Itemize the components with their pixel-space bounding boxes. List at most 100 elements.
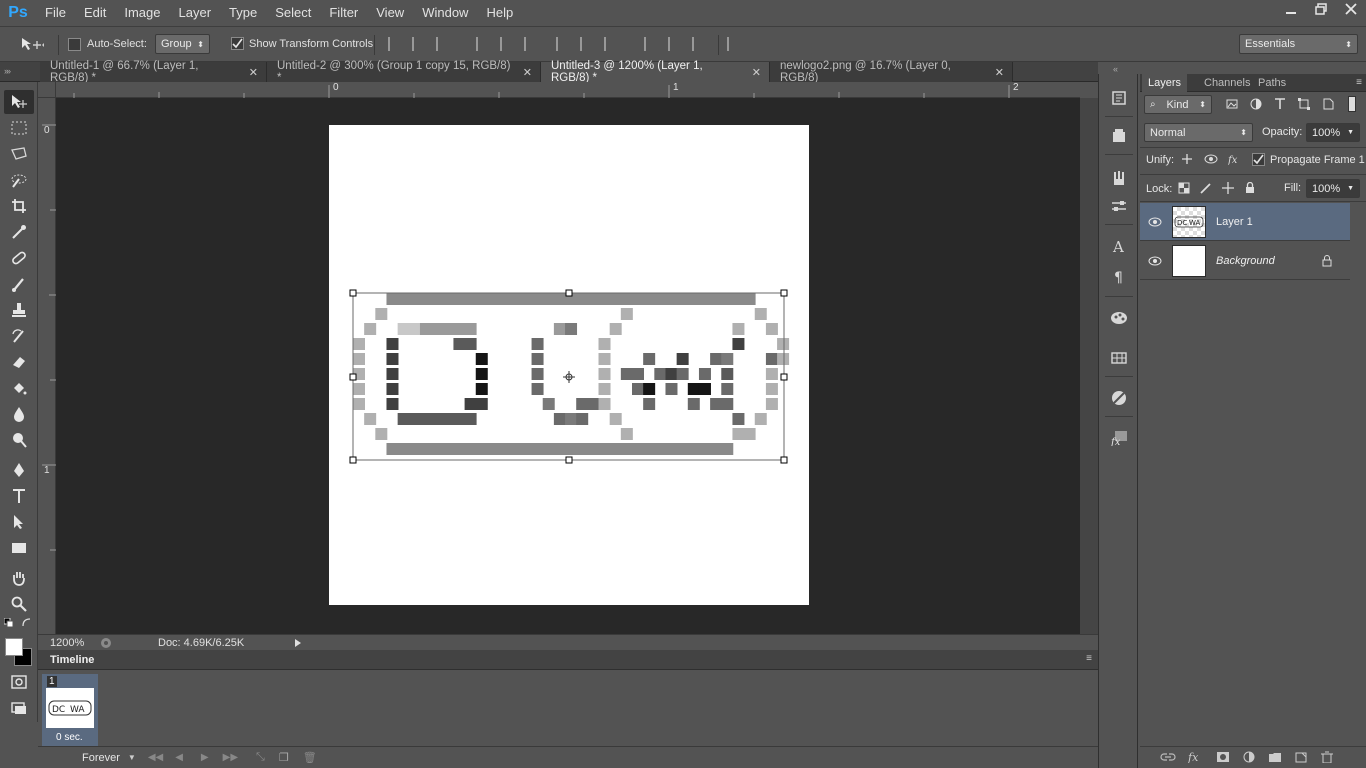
- align-top-icon[interactable]: [388, 37, 402, 51]
- menu-filter[interactable]: Filter: [320, 0, 367, 26]
- menu-type[interactable]: Type: [220, 0, 266, 26]
- transform-handle[interactable]: [349, 373, 357, 381]
- filter-kind-dropdown[interactable]: ⌕ Kind ⬍: [1144, 95, 1212, 114]
- align-hcenter-icon[interactable]: [500, 37, 514, 51]
- quick-mask-button[interactable]: [4, 670, 34, 694]
- lock-transparent-icon[interactable]: [1178, 182, 1190, 194]
- trash-icon[interactable]: [1320, 751, 1334, 763]
- default-colors-icon[interactable]: [4, 618, 14, 628]
- adjustments-panel-icon[interactable]: [1109, 196, 1129, 216]
- panel-menu-icon[interactable]: ≡: [1086, 653, 1092, 664]
- blur-tool[interactable]: [4, 402, 34, 426]
- target-dropdown[interactable]: Group ⬍: [155, 34, 210, 54]
- layer-row-background[interactable]: Background: [1140, 242, 1350, 280]
- close-icon[interactable]: ✕: [995, 66, 1004, 79]
- dodge-tool[interactable]: [4, 428, 34, 452]
- hand-tool[interactable]: [4, 566, 34, 590]
- distribute-vcenter-icon[interactable]: [580, 37, 594, 51]
- smart-object-filter-icon[interactable]: [1322, 98, 1334, 110]
- menu-help[interactable]: Help: [477, 0, 522, 26]
- add-style-icon[interactable]: fx: [1188, 751, 1204, 763]
- tab-untitled-3[interactable]: Untitled-3 @ 1200% (Layer 1, RGB/8) * ✕: [541, 60, 770, 84]
- lasso-tool[interactable]: [4, 142, 34, 166]
- swatches-panel-icon[interactable]: [1109, 348, 1129, 368]
- opacity-input[interactable]: 100% ▼: [1306, 123, 1360, 142]
- path-selection-tool[interactable]: [4, 510, 34, 534]
- restore-button[interactable]: [1306, 0, 1336, 18]
- unify-visibility-icon[interactable]: [1204, 153, 1218, 165]
- ruler-origin[interactable]: [38, 82, 56, 98]
- close-button[interactable]: [1336, 0, 1366, 18]
- crop-tool[interactable]: [4, 194, 34, 218]
- color-panel-icon[interactable]: [1109, 308, 1129, 328]
- brush-panel-icon[interactable]: [1109, 168, 1129, 188]
- distribute-top-icon[interactable]: [556, 37, 570, 51]
- menu-image[interactable]: Image: [115, 0, 169, 26]
- marquee-tool[interactable]: [4, 116, 34, 140]
- clone-stamp-tool[interactable]: [4, 298, 34, 322]
- adjustment-filter-icon[interactable]: [1250, 98, 1262, 110]
- duplicate-frame-icon[interactable]: ❐: [279, 751, 289, 764]
- align-right-icon[interactable]: [524, 37, 538, 51]
- paragraph-panel-icon[interactable]: ¶: [1109, 266, 1129, 286]
- pen-tool[interactable]: [4, 458, 34, 482]
- collapse-icon[interactable]: »: [6, 66, 11, 76]
- foreground-color-swatch[interactable]: [5, 638, 23, 656]
- screen-mode-button[interactable]: [4, 696, 34, 720]
- tab-untitled-2[interactable]: Untitled-2 @ 300% (Group 1 copy 15, RGB/…: [267, 60, 541, 84]
- tab-layers[interactable]: Layers: [1142, 74, 1188, 92]
- collapse-icon[interactable]: «: [1113, 64, 1118, 74]
- new-layer-icon[interactable]: [1294, 751, 1308, 763]
- menu-layer[interactable]: Layer: [170, 0, 221, 26]
- new-group-icon[interactable]: [1268, 751, 1282, 763]
- shape-filter-icon[interactable]: [1298, 98, 1310, 110]
- align-bottom-icon[interactable]: [436, 37, 450, 51]
- status-menu-arrow-icon[interactable]: [294, 638, 302, 648]
- loop-options[interactable]: Forever: [82, 752, 120, 764]
- tab-paths[interactable]: Paths: [1252, 74, 1292, 92]
- unify-position-icon[interactable]: [1180, 153, 1194, 165]
- next-frame-icon[interactable]: ▶▶: [223, 752, 238, 763]
- rectangle-tool[interactable]: [4, 536, 34, 560]
- previous-frame-icon[interactable]: ◀: [175, 752, 183, 763]
- move-tool-preset[interactable]: [20, 37, 46, 51]
- lock-all-icon[interactable]: [1244, 182, 1256, 194]
- align-left-icon[interactable]: [476, 37, 490, 51]
- trash-icon[interactable]: 🗑: [303, 751, 317, 764]
- chevron-down-icon[interactable]: ▼: [1347, 129, 1354, 136]
- auto-align-icon[interactable]: [727, 37, 741, 51]
- info-panel-icon[interactable]: [1109, 126, 1129, 146]
- menu-select[interactable]: Select: [266, 0, 320, 26]
- zoom-level[interactable]: 1200%: [50, 637, 92, 649]
- propagate-checkbox[interactable]: [1252, 153, 1265, 166]
- close-icon[interactable]: ✕: [752, 66, 761, 79]
- transform-handle[interactable]: [780, 289, 788, 297]
- type-filter-icon[interactable]: [1274, 98, 1286, 110]
- panel-menu-icon[interactable]: ≡: [1356, 77, 1362, 88]
- history-panel-icon[interactable]: [1109, 88, 1129, 108]
- workspace-dropdown[interactable]: Essentials ⬍: [1239, 34, 1358, 54]
- layer-styles-panel-icon[interactable]: fx: [1109, 428, 1129, 448]
- blend-mode-dropdown[interactable]: Normal ⬍: [1144, 123, 1253, 142]
- history-brush-tool[interactable]: [4, 324, 34, 348]
- eraser-tool[interactable]: [4, 350, 34, 374]
- menu-file[interactable]: File: [36, 0, 75, 26]
- eye-icon[interactable]: [1140, 256, 1170, 266]
- paint-bucket-tool[interactable]: [4, 376, 34, 400]
- align-vcenter-icon[interactable]: [412, 37, 426, 51]
- add-mask-icon[interactable]: [1216, 751, 1230, 763]
- distribute-hcenter-icon[interactable]: [668, 37, 682, 51]
- layer-name[interactable]: Background: [1216, 255, 1316, 267]
- fill-input[interactable]: 100% ▼: [1306, 179, 1360, 198]
- menu-view[interactable]: View: [367, 0, 413, 26]
- layer-row-layer-1[interactable]: DC WA Layer 1: [1140, 203, 1350, 241]
- image-filter-icon[interactable]: [1226, 98, 1238, 110]
- distribute-bottom-icon[interactable]: [604, 37, 618, 51]
- document-canvas[interactable]: [329, 125, 809, 605]
- link-layers-icon[interactable]: [1160, 751, 1176, 763]
- eyedropper-tool[interactable]: [4, 220, 34, 244]
- vertical-ruler[interactable]: 0 1: [38, 98, 56, 634]
- eye-icon[interactable]: [1140, 217, 1170, 227]
- character-panel-icon[interactable]: A: [1109, 236, 1129, 256]
- first-frame-icon[interactable]: ◀◀: [148, 752, 163, 763]
